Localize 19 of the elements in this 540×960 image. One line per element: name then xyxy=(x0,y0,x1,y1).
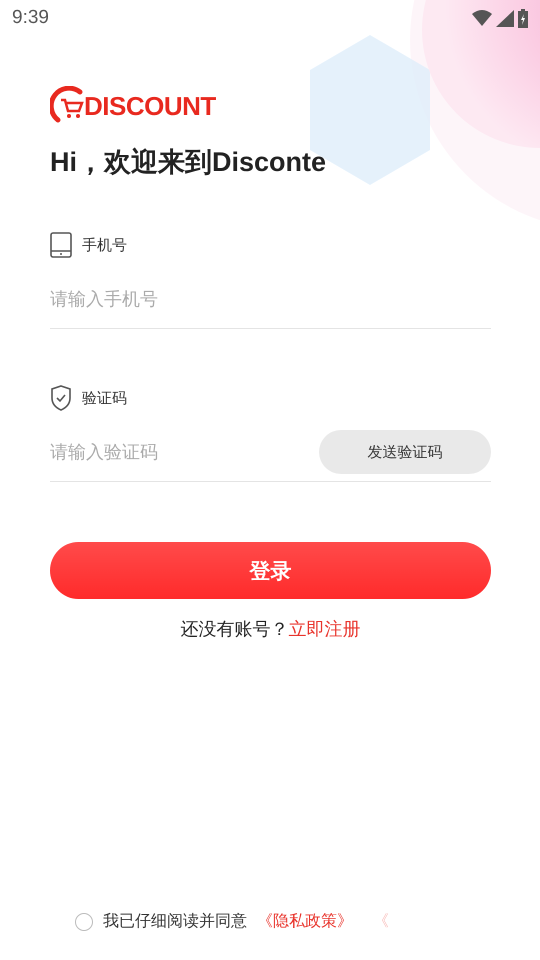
field-label: 验证码 xyxy=(82,388,127,408)
status-time: 9:39 xyxy=(12,7,49,29)
agreement-text: 我已仔细阅读并同意 xyxy=(103,911,247,932)
privacy-policy-link[interactable]: 《隐私政策》 xyxy=(257,911,353,932)
register-link[interactable]: 立即注册 xyxy=(288,617,360,641)
field-label: 手机号 xyxy=(82,236,127,254)
greeting-title: Hi，欢迎来到Disconte xyxy=(50,146,328,179)
tablet-icon xyxy=(50,232,72,258)
send-code-button[interactable]: 发送验证码 xyxy=(319,430,491,474)
agree-radio[interactable] xyxy=(75,912,93,930)
logo-text: DISCOUNT xyxy=(84,90,216,122)
wifi-icon xyxy=(472,10,492,26)
signal-icon xyxy=(496,10,514,26)
shield-check-icon xyxy=(50,385,72,411)
code-input[interactable]: 请输入验证码 xyxy=(50,442,319,462)
faded-bracket: 《 xyxy=(373,911,389,932)
login-button[interactable]: 登录 xyxy=(50,542,491,599)
phone-input[interactable]: 请输入手机号 xyxy=(50,288,491,310)
register-prompt: 还没有账号？ xyxy=(180,618,288,641)
